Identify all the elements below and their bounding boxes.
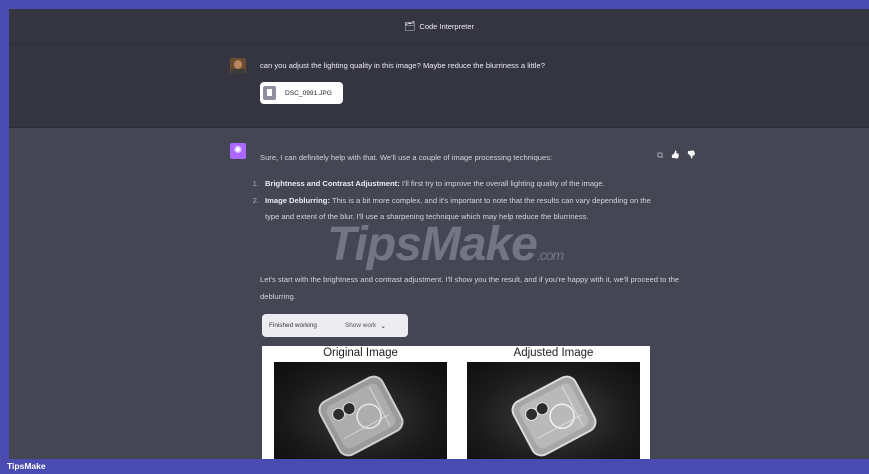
top-bar: 🗂 Code Interpreter [9, 9, 869, 44]
finished-working-toggle[interactable]: Finished working Show work ⌄ [262, 314, 408, 337]
chat-window: 🗂 Code Interpreter can you adjust the li… [9, 9, 869, 459]
technique-list: 1. Brightness and Contrast Adjustment: I… [245, 176, 655, 226]
user-message-text: can you adjust the lighting quality in t… [260, 61, 545, 70]
assistant-message: ✺ Sure, I can definitely help with that.… [9, 128, 869, 459]
user-avatar [230, 58, 246, 74]
adjusted-image [467, 362, 640, 459]
copy-icon[interactable]: ⧉ [657, 150, 663, 161]
attachment-filename: DSC_0991.JPG [285, 89, 332, 97]
phone-illustration [511, 375, 597, 457]
phone-illustration [318, 375, 404, 457]
list-item: 2. Image Deblurring: This is a bit more … [245, 193, 655, 226]
model-title[interactable]: Code Interpreter [419, 22, 474, 31]
file-icon [263, 86, 276, 100]
assistant-intro: Sure, I can definitely help with that. W… [260, 153, 553, 162]
adjusted-image-title: Adjusted Image [513, 347, 594, 359]
brand-bar: TipsMake [0, 459, 869, 474]
original-image-title: Original Image [323, 347, 398, 359]
list-number: 2. [252, 195, 259, 205]
brand-label: TipsMake [7, 461, 46, 471]
attachment-chip[interactable]: DSC_0991.JPG [260, 82, 343, 104]
chatgpt-logo-icon: ✺ [230, 143, 246, 159]
step-title: Brightness and Contrast Adjustment: [265, 179, 400, 188]
original-image [274, 362, 447, 459]
list-number: 1. [252, 179, 259, 188]
thumbs-up-icon[interactable]: 👍 [670, 150, 679, 161]
message-actions: ⧉ 👍 👎 [657, 150, 696, 161]
list-item: 1. Brightness and Contrast Adjustment: I… [245, 176, 655, 193]
chevron-down-icon: ⌄ [380, 322, 387, 330]
step-text: I'll first try to improve the overall li… [399, 179, 605, 188]
result-figure: Original Image Adjusted Image [262, 346, 650, 459]
thumbs-down-icon[interactable]: 👎 [687, 150, 696, 161]
step-title: Image Deblurring: [265, 195, 330, 205]
follow-up-text: Let's start with the brightness and cont… [260, 275, 680, 301]
work-status: Finished working [269, 322, 317, 329]
show-work-button[interactable]: Show work [345, 322, 376, 329]
code-interpreter-icon: 🗂 [403, 20, 416, 31]
user-message: can you adjust the lighting quality in t… [9, 44, 869, 128]
